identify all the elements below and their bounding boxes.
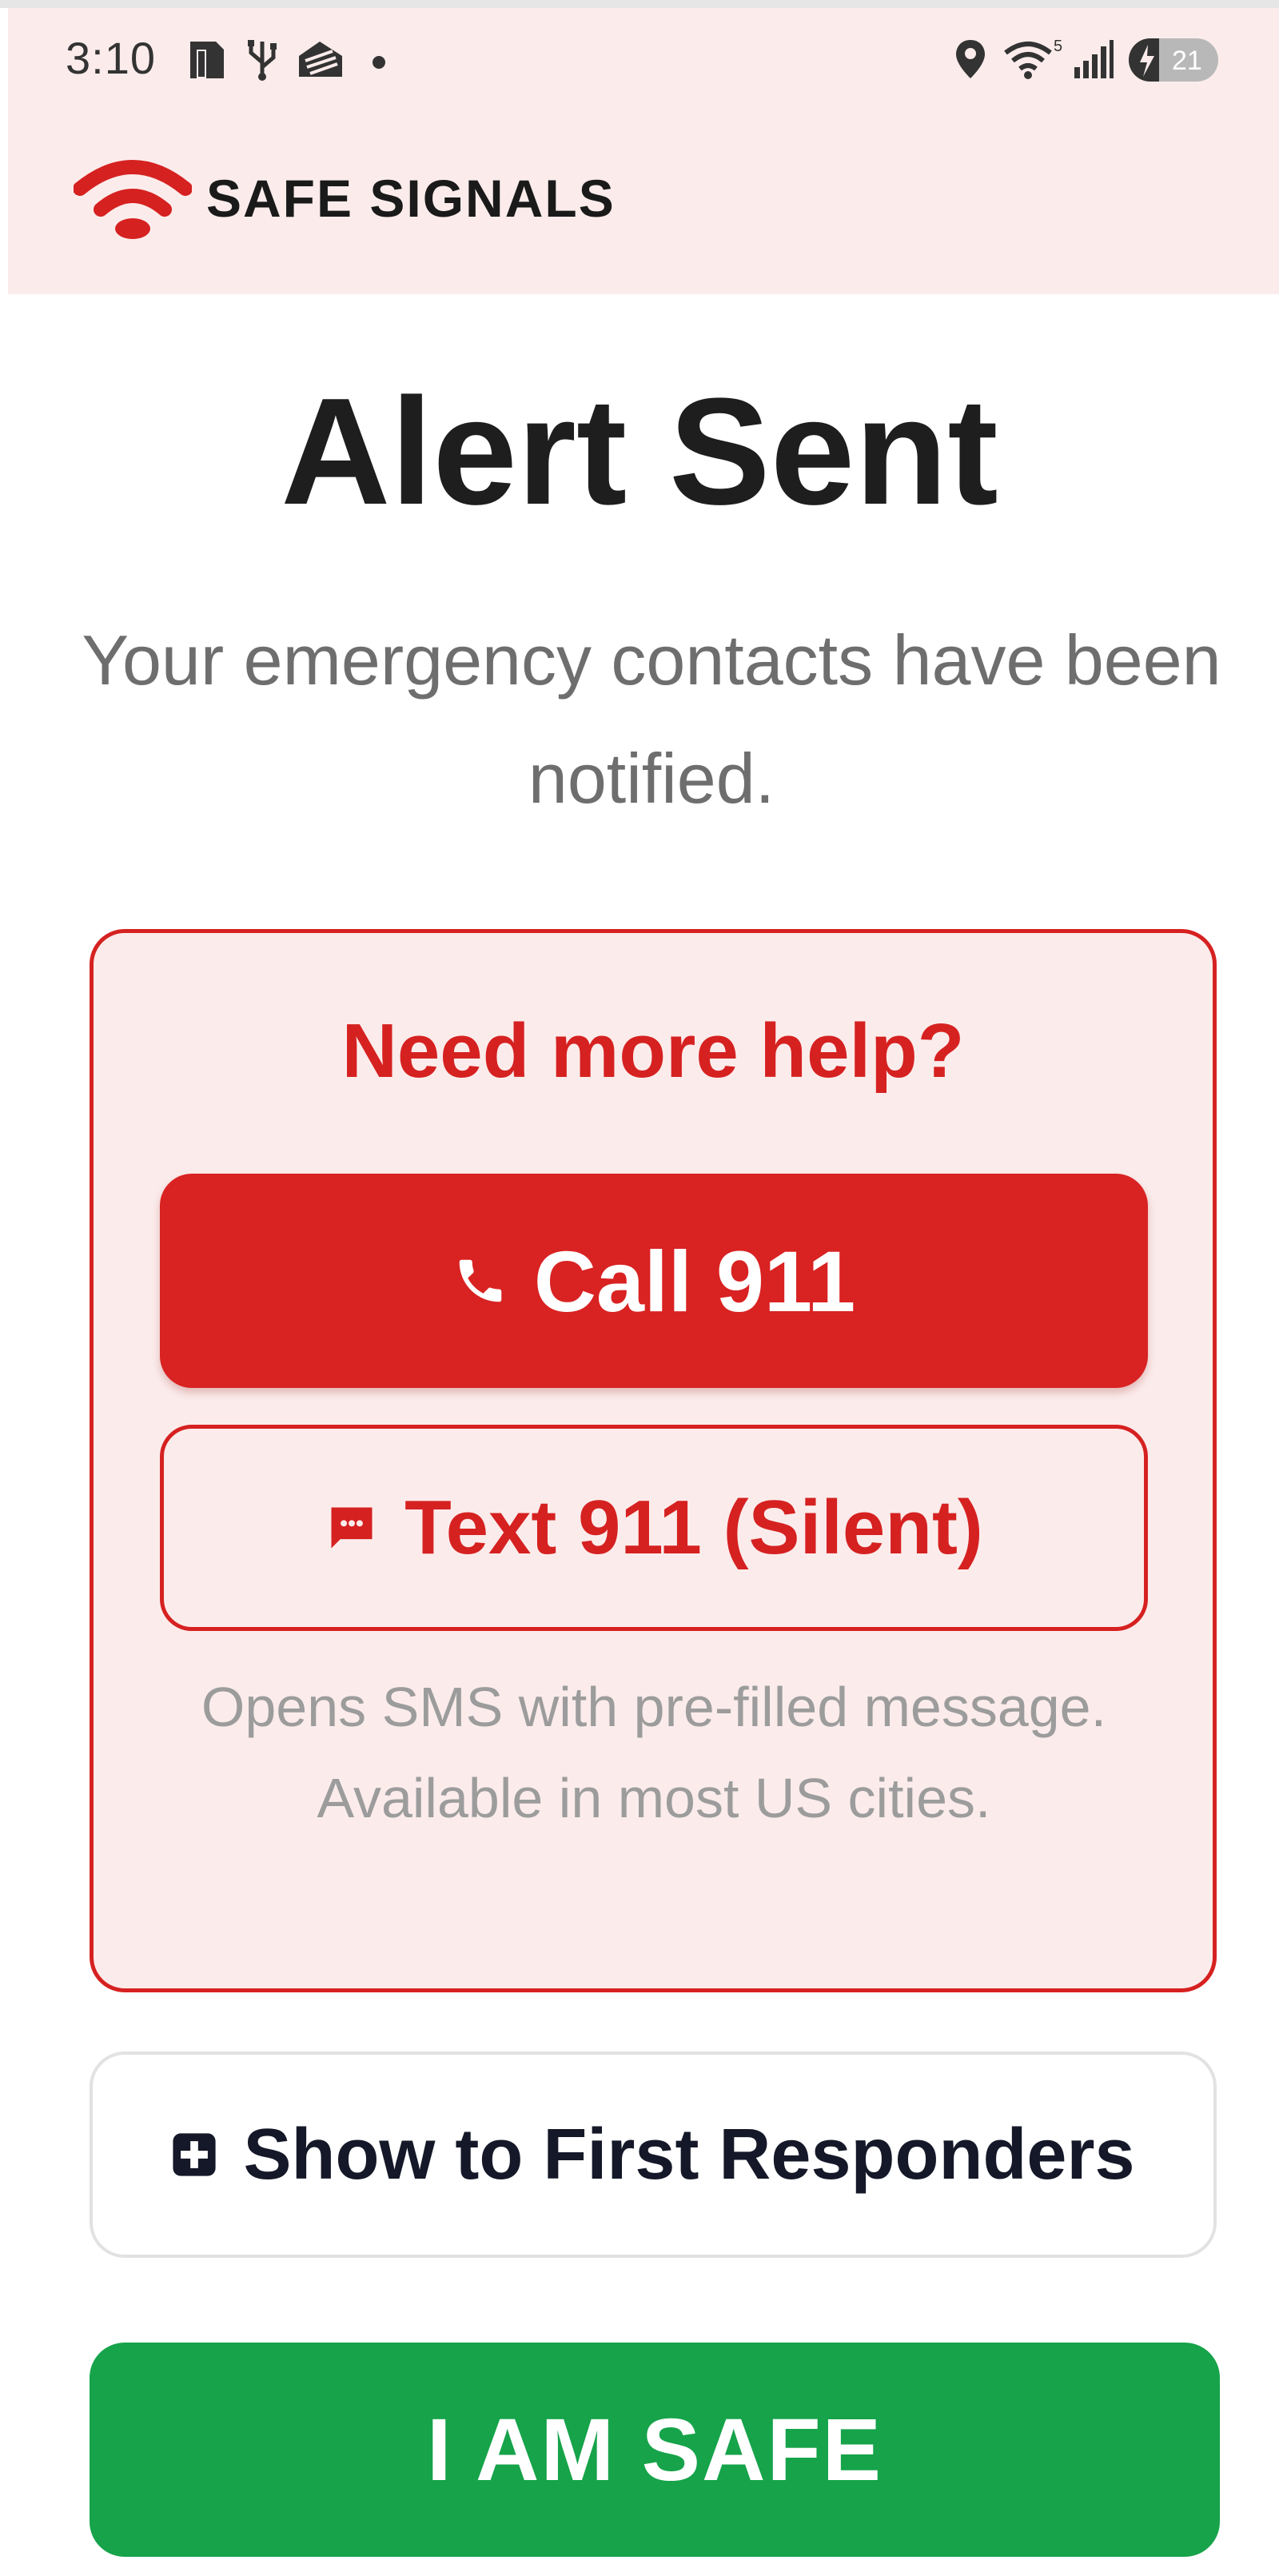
first-responders-label: Show to First Responders <box>243 2114 1135 2195</box>
dot-icon <box>373 56 385 69</box>
battery-icon: 21 <box>1129 38 1218 82</box>
sim-card-icon <box>190 42 224 78</box>
location-icon <box>956 40 985 78</box>
help-title: Need more help? <box>341 1008 965 1094</box>
phone-icon <box>459 1259 502 1302</box>
i-am-safe-label: I AM SAFE <box>426 2400 883 2499</box>
page-subtitle: Your emergency contacts have been notifi… <box>82 620 1221 818</box>
brand-name: SAFE SIGNALS <box>206 169 616 228</box>
usb-icon <box>248 40 277 81</box>
battery-level: 21 <box>1172 46 1202 76</box>
message-icon <box>331 1507 373 1549</box>
app-header <box>8 120 1279 294</box>
wifi-badge: 5 <box>1054 38 1062 55</box>
call-911-button[interactable]: Call 911 <box>160 1174 1148 1388</box>
status-time: 3:10 <box>66 33 156 83</box>
help-note: Opens SMS with pre-filled message. Avail… <box>201 1676 1107 1829</box>
wifi-icon: 5 <box>1004 38 1062 79</box>
signal-logo-icon <box>74 160 192 239</box>
page-title: Alert Sent <box>281 367 998 536</box>
top-edge <box>0 0 1279 8</box>
app-notification-icon <box>299 42 342 77</box>
show-to-first-responders-button[interactable]: Show to First Responders <box>90 2052 1217 2258</box>
i-am-safe-button[interactable]: I AM SAFE <box>90 2343 1220 2557</box>
text-911-button[interactable]: Text 911 (Silent) <box>160 1425 1148 1631</box>
call-911-label: Call 911 <box>533 1232 856 1330</box>
text-911-label: Text 911 (Silent) <box>404 1485 983 1570</box>
medical-plus-icon <box>173 2133 217 2176</box>
signal-icon <box>1074 40 1114 78</box>
